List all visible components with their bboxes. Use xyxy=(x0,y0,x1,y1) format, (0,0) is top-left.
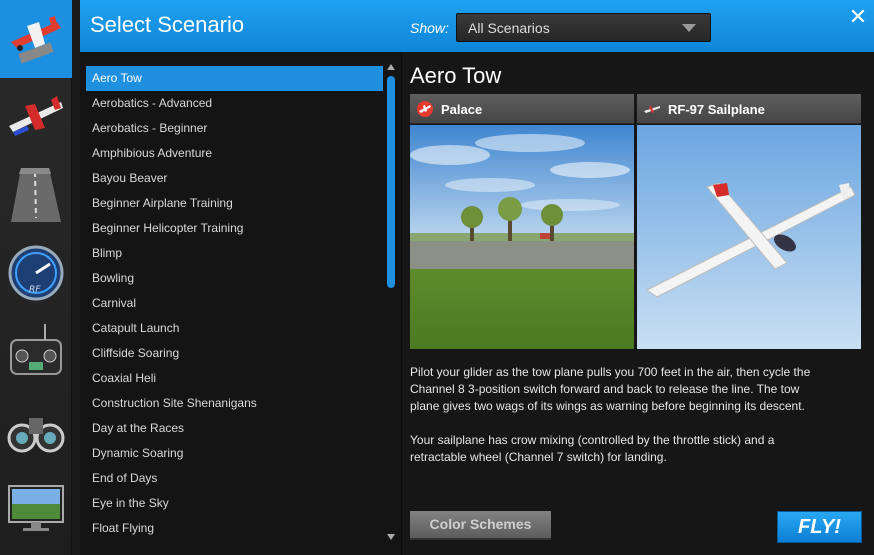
description-paragraph: Pilot your glider as the tow plane pulls… xyxy=(410,365,811,413)
page-title: Select Scenario xyxy=(90,12,245,37)
scroll-down-arrow-icon[interactable] xyxy=(387,534,395,540)
icon-rail: RF xyxy=(0,0,72,555)
aircraft-name: RF-97 Sailplane xyxy=(668,102,765,117)
scenario-list-item[interactable]: Day at the Races xyxy=(86,416,383,441)
sailplane-icon xyxy=(644,106,660,113)
flying-site-card-header: Palace xyxy=(410,94,634,124)
scenario-list-item[interactable]: Beginner Helicopter Training xyxy=(86,216,383,241)
scenario-list-item[interactable]: Bayou Beaver xyxy=(86,166,383,191)
show-filter-value: All Scenarios xyxy=(468,20,550,36)
scenario-list-item[interactable]: Aero Tow xyxy=(86,66,383,91)
scenario-list-item[interactable]: Blimp xyxy=(86,241,383,266)
close-button[interactable]: ✕ xyxy=(846,6,870,30)
monitor-icon xyxy=(8,485,64,531)
fly-button[interactable]: FLY! xyxy=(777,511,862,543)
scenario-description: Pilot your glider as the tow plane pulls… xyxy=(410,364,862,483)
scenario-list-item[interactable]: Beginner Airplane Training xyxy=(86,191,383,216)
show-filter-dropdown[interactable]: All Scenarios xyxy=(456,13,711,42)
header-bar: Select Scenario Show: All Scenarios ✕ xyxy=(80,0,874,52)
scenario-list-item[interactable]: End of Days xyxy=(86,466,383,491)
controller-tab-button[interactable] xyxy=(0,312,72,390)
scenario-list-panel: Aero Tow Aerobatics - Advanced Aerobatics … xyxy=(80,52,402,555)
scenario-list-item[interactable]: Aerobatics - Beginner xyxy=(86,116,383,141)
chevron-down-icon xyxy=(682,24,696,32)
show-filter-label: Show: xyxy=(410,20,449,36)
scenario-tab-button[interactable] xyxy=(0,0,72,78)
scenario-list-item[interactable]: Carnival xyxy=(86,291,383,316)
runway-icon xyxy=(11,168,61,222)
binoculars-icon xyxy=(7,418,65,453)
transmitter-icon xyxy=(10,324,62,375)
aircraft-card[interactable]: RF-97 Sailplane xyxy=(637,94,861,349)
color-schemes-button[interactable]: Color Schemes xyxy=(410,511,551,540)
scrollbar-thumb[interactable] xyxy=(387,76,395,288)
flying-site-icon xyxy=(417,101,433,117)
scenario-list-item[interactable]: Bowling xyxy=(86,266,383,291)
scenario-list-item[interactable]: Eye in the Sky xyxy=(86,491,383,516)
scenario-list: Aero Tow Aerobatics - Advanced Aerobatics … xyxy=(86,66,383,541)
scenario-list-item[interactable]: Cliffside Soaring xyxy=(86,341,383,366)
aircraft-tab-button[interactable] xyxy=(0,78,72,156)
settings-tab-button[interactable]: RF xyxy=(0,234,72,312)
scenario-list-item[interactable]: Aerobatics - Advanced xyxy=(86,91,383,116)
flying-site-preview-image xyxy=(410,125,634,349)
scenario-list-item[interactable]: Construction Site Shenanigans xyxy=(86,391,383,416)
aircraft-preview-image xyxy=(637,125,861,349)
close-icon: ✕ xyxy=(848,4,868,29)
scroll-up-arrow-icon[interactable] xyxy=(387,64,395,70)
scenario-list-item[interactable]: Dynamic Soaring xyxy=(86,441,383,466)
aircraft-card-header: RF-97 Sailplane xyxy=(637,94,861,124)
gauge-icon: RF xyxy=(8,245,64,301)
description-paragraph: Your sailplane has crow mixing (controll… xyxy=(410,433,775,464)
spectate-tab-button[interactable] xyxy=(0,390,72,468)
scenario-title: Aero Tow xyxy=(410,63,502,88)
airport-tab-button[interactable] xyxy=(0,156,72,234)
scenario-airplane-icon xyxy=(11,16,61,64)
scenario-list-item[interactable]: Coaxial Heli xyxy=(86,366,383,391)
scenario-list-item[interactable]: Amphibious Adventure xyxy=(86,141,383,166)
scenario-list-item[interactable]: Float Flying xyxy=(86,516,383,541)
flying-site-card[interactable]: Palace xyxy=(410,94,634,349)
aircraft-icon xyxy=(9,96,63,136)
flying-site-name: Palace xyxy=(441,102,483,117)
svg-text:RF: RF xyxy=(29,285,41,295)
scenario-detail-panel: Aero Tow Palace RF-97 Sailplane Pilot yo… xyxy=(402,52,874,555)
scenario-list-item[interactable]: Catapult Launch xyxy=(86,316,383,341)
display-tab-button[interactable] xyxy=(0,468,72,546)
